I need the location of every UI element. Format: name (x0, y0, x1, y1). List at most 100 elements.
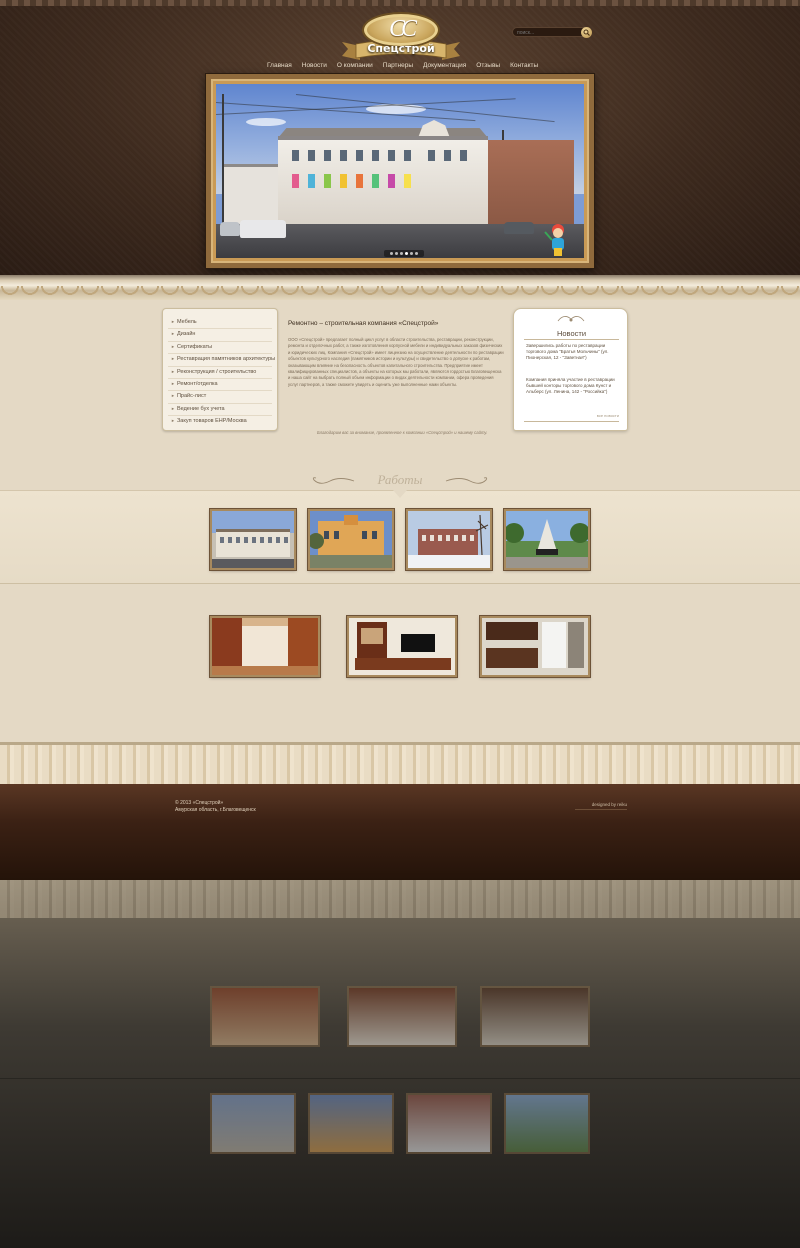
right-flourish-icon (445, 477, 488, 484)
search-box (512, 27, 592, 38)
sidebar-item-label: Дизайн (176, 331, 196, 338)
footer-copyright: © 2013 «Спецстрой» Амурская область, г.Б… (175, 800, 256, 814)
work-photo (212, 511, 294, 568)
photo-car (220, 222, 240, 236)
sidebar-item-restoration[interactable]: ► Реставрация памятников архитектуры (168, 354, 276, 367)
triangle-right-icon: ► (171, 405, 175, 411)
reflection-thumbnail (406, 1093, 492, 1154)
photo-window (372, 150, 379, 161)
sidebar-item-label: Сертификаты (176, 343, 213, 350)
work-thumbnail[interactable] (210, 509, 296, 570)
works-heading: Работы (310, 472, 490, 490)
triangle-right-icon: ► (171, 331, 175, 337)
photo-window (292, 150, 299, 161)
triangle-right-icon: ► (171, 418, 175, 424)
photo-storefront (372, 174, 379, 188)
page-reflection: © 2013 «Спецстрой» (0, 880, 800, 1248)
slider-dot[interactable] (390, 252, 393, 255)
work-photo (506, 511, 588, 568)
photo-storefront (308, 174, 315, 188)
reflection-thumbnail (210, 1093, 296, 1154)
photo-window (460, 150, 467, 161)
sidebar-item-pricelist[interactable]: ► Прайс-лист (168, 391, 272, 404)
nav-item-contacts[interactable]: Контакты (505, 62, 543, 72)
sidebar-item-design[interactable]: ► Дизайн (168, 329, 272, 342)
nav-item-about[interactable]: О компании (332, 62, 378, 72)
reflection-thumbnail (480, 986, 590, 1047)
works-notch (393, 490, 407, 498)
photo-car (504, 222, 534, 234)
search-button[interactable] (581, 27, 592, 38)
nav-item-news[interactable]: Новости (297, 62, 332, 72)
site-header: CC Спецстрой Главная Новости О компании … (0, 0, 800, 278)
search-input[interactable] (517, 28, 581, 37)
photo-mascot (544, 224, 564, 256)
sidebar-item-certificates[interactable]: ► Сертификаты (168, 342, 272, 355)
work-thumbnail[interactable] (347, 616, 457, 677)
sidebar-item-label: Ремонт/отделка (176, 380, 218, 387)
sidebar-item-label: Прайс-лист (176, 393, 207, 400)
slider-dot[interactable] (410, 252, 413, 255)
photo-building-left (224, 164, 282, 224)
logo-title: Спецстрой (367, 42, 435, 55)
triangle-right-icon: ► (171, 393, 175, 399)
main-nav: Главная Новости О компании Партнеры Доку… (262, 62, 542, 72)
work-thumbnail[interactable] (210, 616, 320, 677)
work-photo (310, 511, 392, 568)
sidebar-item-label: Реконструкция / строительство (176, 368, 257, 375)
sidebar-item-reconstruction[interactable]: ► Реконструкция / строительство (168, 367, 272, 379)
sidebar-item-label: Ведение бух учета (176, 405, 225, 412)
header-top-trim (0, 0, 800, 6)
footer-copyright-text: © 2013 «Спецстрой» (175, 800, 224, 806)
intro-block: Ремонтно – строительная компания «Спецст… (288, 320, 504, 435)
photo-window (388, 150, 395, 161)
sidebar-item-repair[interactable]: ► Ремонт/отделка (168, 379, 272, 392)
work-thumbnail[interactable] (406, 509, 492, 570)
footer-address: Амурская область, г.Благовещенск (175, 807, 256, 813)
photo-storefront (340, 174, 347, 188)
slider-dot[interactable] (395, 252, 398, 255)
news-item[interactable]: Компания приняла участие в реставрации б… (526, 377, 620, 395)
reflection-thumbnail (504, 1093, 590, 1154)
photo-storefront (404, 174, 411, 188)
news-item[interactable]: Завершились работы по реставрации торгов… (526, 343, 620, 361)
photo-cloud (246, 118, 286, 126)
nav-item-reviews[interactable]: Отзывы (471, 62, 505, 72)
work-photo (212, 618, 318, 675)
news-divider (524, 339, 619, 340)
reflection-band (0, 1078, 800, 1079)
slider-dot[interactable] (405, 252, 408, 255)
nav-item-partners[interactable]: Партнеры (378, 62, 418, 72)
triangle-right-icon: ► (171, 356, 175, 362)
nav-item-docs[interactable]: Документация (418, 62, 471, 72)
flourish-icon (557, 316, 585, 322)
slider-pagination (384, 250, 424, 257)
photo-window (324, 150, 331, 161)
all-news-link[interactable]: все новости (597, 413, 619, 418)
reflection-thumbnail (347, 986, 457, 1047)
news-divider (524, 421, 619, 422)
work-photo (349, 618, 455, 675)
scallop-border (0, 286, 800, 300)
logo[interactable]: CC Спецстрой (340, 12, 462, 62)
sidebar-item-label: Мебель (176, 319, 197, 325)
news-panel: Новости Завершились работы по реставраци… (513, 308, 628, 431)
intro-note: Благодарим вас за внимание, проявленное … (317, 430, 488, 435)
work-thumbnail[interactable] (308, 509, 394, 570)
sidebar-item-purchasing[interactable]: ► Закуп товаров ЕНР/Москва (168, 416, 272, 428)
slider-photo[interactable] (216, 84, 584, 258)
triangle-right-icon: ► (171, 319, 175, 324)
work-thumbnail[interactable] (480, 616, 590, 677)
photo-storefront (292, 174, 299, 188)
sidebar-item-accounting[interactable]: ► Ведение бух учета (168, 404, 272, 417)
footer-designed-by[interactable]: designed by reiku (575, 802, 627, 810)
slider-dot[interactable] (415, 252, 418, 255)
nav-item-home[interactable]: Главная (262, 62, 297, 72)
sidebar-item-label: Реставрация памятников архитектуры (176, 356, 276, 363)
slider-dot[interactable] (400, 252, 403, 255)
sidebar-item-furniture[interactable]: ► Мебель (168, 317, 272, 330)
main-content: ► Мебель ► Дизайн ► Сертификаты ► Реставраци… (0, 300, 800, 742)
photo-storefront (356, 174, 363, 188)
work-thumbnail[interactable] (504, 509, 590, 570)
reflection-thumbnail (308, 1093, 394, 1154)
